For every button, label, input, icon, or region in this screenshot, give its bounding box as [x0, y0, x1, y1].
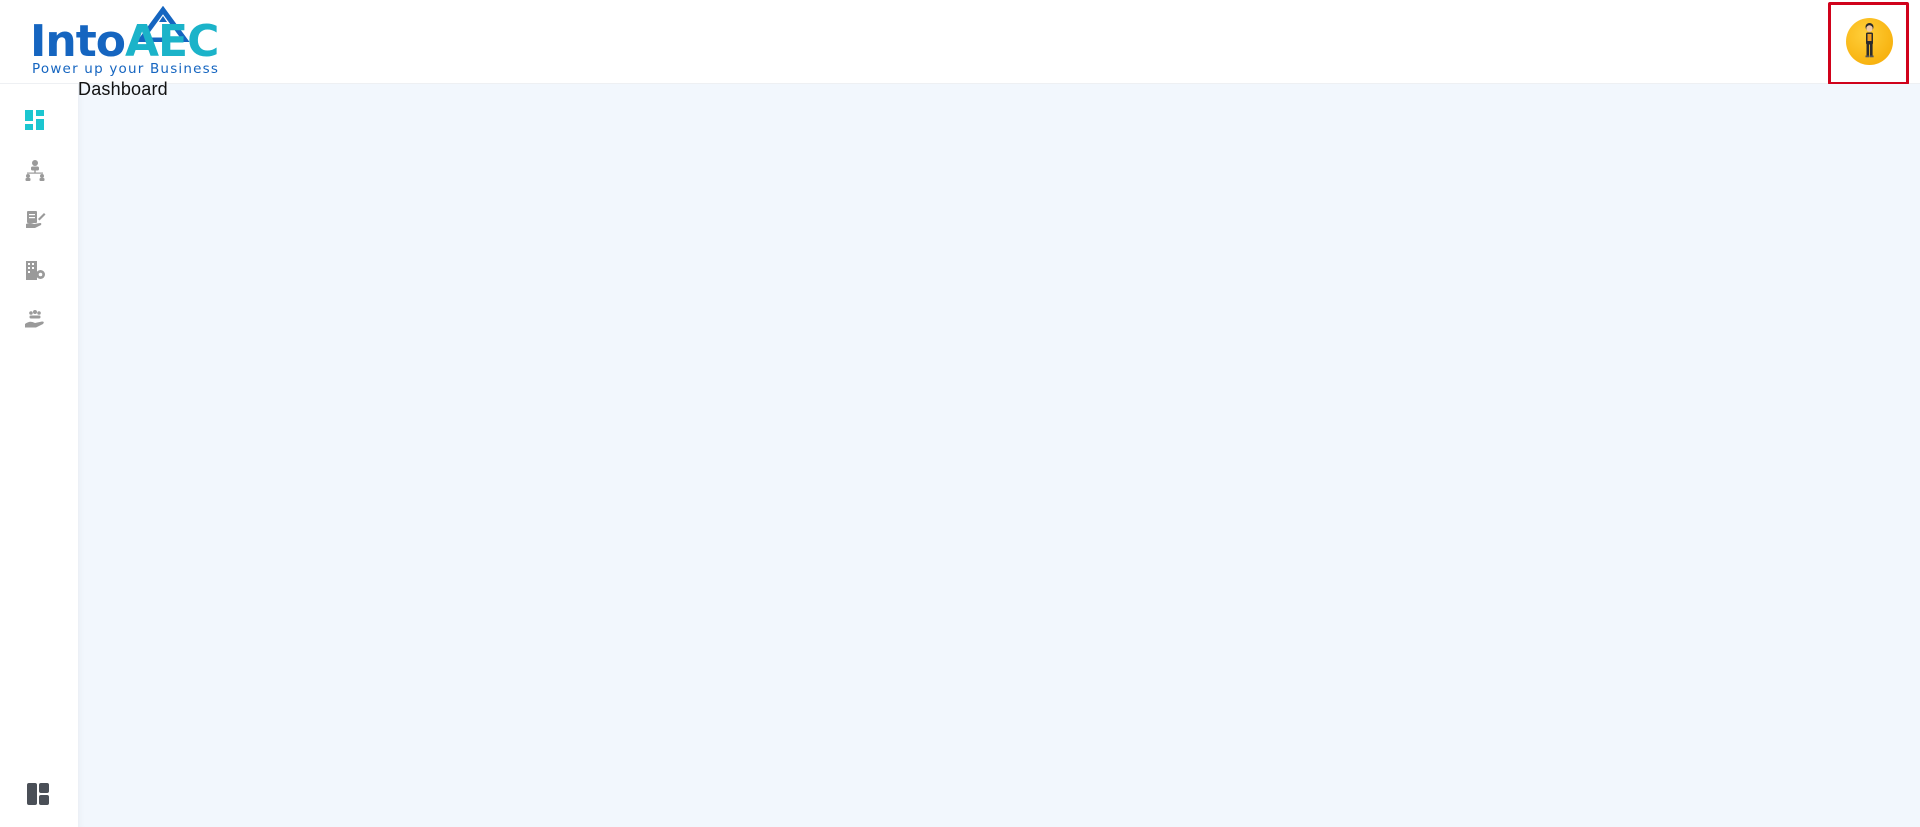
org-chart-icon: [25, 160, 45, 181]
sidebar-item-projects[interactable]: [21, 206, 49, 234]
avatar-highlight[interactable]: [1828, 2, 1909, 85]
logo-wordmark: IntoAEC: [30, 20, 219, 64]
logo-tagline: Power up your Business: [32, 61, 220, 77]
hand-edit-icon: [26, 211, 46, 228]
sidebar-nav: [0, 84, 78, 827]
hand-people-icon: [25, 310, 44, 328]
page-title: Dashboard: [78, 79, 168, 99]
user-avatar-icon[interactable]: [1846, 18, 1893, 65]
brand-logo[interactable]: IntoAEC Power up your Business: [30, 6, 220, 78]
layout-toggle-button[interactable]: [25, 781, 51, 807]
sidebar-item-clients[interactable]: [21, 306, 49, 334]
sidebar-item-organization[interactable]: [21, 156, 49, 184]
dashboard-icon: [25, 110, 44, 130]
building-gear-icon: [26, 261, 45, 280]
logo-into: Into: [30, 16, 126, 67]
top-header: IntoAEC Power up your Business: [0, 0, 1920, 85]
layout-panels-icon: [27, 783, 49, 805]
main-content: [78, 84, 1920, 827]
logo-aec: AEC: [124, 16, 219, 67]
sidebar-item-dashboard[interactable]: [21, 106, 49, 134]
sidebar-item-buildings[interactable]: [21, 256, 49, 284]
